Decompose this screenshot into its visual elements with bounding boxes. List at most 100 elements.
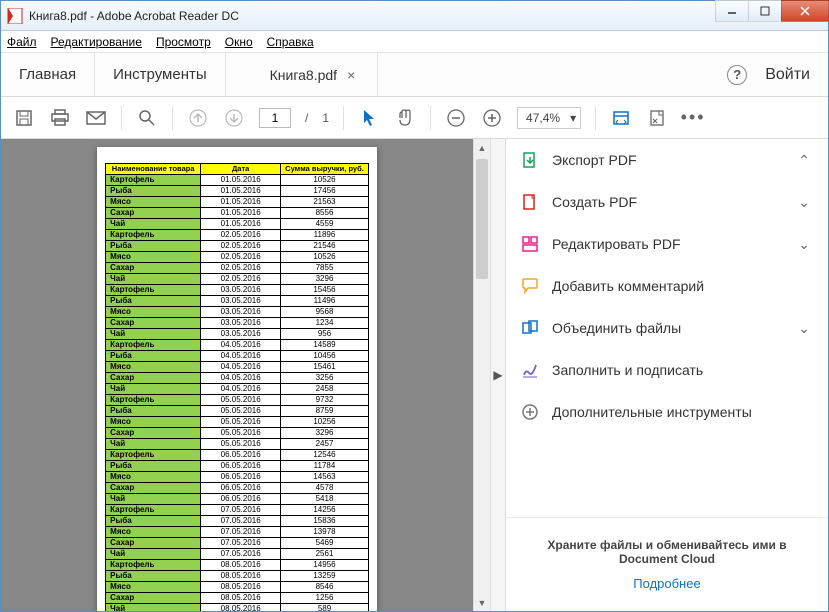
- prev-page-icon[interactable]: [187, 107, 209, 129]
- table-row: Картофель03.05.201615456: [106, 284, 369, 295]
- table-cell: 21546: [281, 240, 369, 251]
- table-cell: 8546: [281, 581, 369, 592]
- scroll-up-arrow[interactable]: ▲: [474, 139, 490, 156]
- print-icon[interactable]: [49, 107, 71, 129]
- table-cell: 21563: [281, 196, 369, 207]
- table-header: Дата: [201, 164, 281, 175]
- document-viewport[interactable]: Наименование товараДатаСумма выручки, ру…: [1, 139, 473, 611]
- table-cell: 05.05.2016: [201, 405, 281, 416]
- rpanel-export-pdf[interactable]: Экспорт PDF ⌃: [506, 139, 828, 181]
- next-page-icon[interactable]: [223, 107, 245, 129]
- table-cell: 04.05.2016: [201, 372, 281, 383]
- select-tool-icon[interactable]: [358, 107, 380, 129]
- save-icon[interactable]: [13, 107, 35, 129]
- page-view-icon[interactable]: [646, 107, 668, 129]
- promo-box: Храните файлы и обменивайтесь ими в Docu…: [506, 517, 828, 611]
- email-icon[interactable]: [85, 107, 107, 129]
- table-cell: 02.05.2016: [201, 251, 281, 262]
- table-cell: 14956: [281, 559, 369, 570]
- plus-circle-icon: [520, 402, 540, 422]
- rpanel-fill-sign[interactable]: Заполнить и подписать: [506, 349, 828, 391]
- table-cell: 7855: [281, 262, 369, 273]
- table-cell: 2458: [281, 383, 369, 394]
- zoom-in-icon[interactable]: [481, 107, 503, 129]
- zoom-select[interactable]: 47,4%▾: [517, 107, 581, 129]
- tab-home[interactable]: Главная: [1, 53, 95, 96]
- table-cell: 01.05.2016: [201, 174, 281, 185]
- table-cell: 12546: [281, 449, 369, 460]
- table-row: Чай02.05.20163296: [106, 273, 369, 284]
- menu-view[interactable]: Просмотр: [156, 35, 211, 49]
- rpanel-create-pdf[interactable]: Создать PDF ⌄: [506, 181, 828, 223]
- table-cell: 02.05.2016: [201, 262, 281, 273]
- table-row: Чай04.05.20162458: [106, 383, 369, 394]
- comment-icon: [520, 276, 540, 296]
- data-table: Наименование товараДатаСумма выручки, ру…: [105, 163, 369, 611]
- table-row: Сахар02.05.20167855: [106, 262, 369, 273]
- export-pdf-icon: [520, 150, 540, 170]
- table-cell: 06.05.2016: [201, 460, 281, 471]
- tab-close-icon[interactable]: ×: [347, 67, 355, 83]
- search-icon[interactable]: [136, 107, 158, 129]
- close-button[interactable]: [781, 0, 829, 22]
- table-cell: 07.05.2016: [201, 537, 281, 548]
- scroll-down-arrow[interactable]: ▼: [474, 594, 490, 611]
- table-cell: Чай: [106, 383, 201, 394]
- rpanel-combine-label: Объединить файлы: [552, 320, 681, 336]
- minimize-button[interactable]: [715, 0, 749, 22]
- signin-button[interactable]: Войти: [765, 66, 810, 84]
- help-button[interactable]: ?: [727, 65, 747, 85]
- menu-help[interactable]: Справка: [267, 35, 314, 49]
- tab-tools[interactable]: Инструменты: [95, 53, 226, 96]
- table-cell: 3296: [281, 273, 369, 284]
- zoom-value: 47,4%: [526, 111, 560, 125]
- hand-tool-icon[interactable]: [394, 107, 416, 129]
- table-row: Сахар08.05.20161256: [106, 592, 369, 603]
- rpanel-more-tools[interactable]: Дополнительные инструменты: [506, 391, 828, 433]
- rpanel-create-pdf-label: Создать PDF: [552, 194, 637, 210]
- scroll-thumb[interactable]: [476, 159, 488, 279]
- page-input[interactable]: [259, 108, 291, 128]
- table-cell: Сахар: [106, 317, 201, 328]
- table-cell: 15461: [281, 361, 369, 372]
- table-cell: 5418: [281, 493, 369, 504]
- table-cell: Чай: [106, 218, 201, 229]
- fit-width-icon[interactable]: [610, 107, 632, 129]
- table-cell: 2457: [281, 438, 369, 449]
- table-row: Рыба03.05.201611496: [106, 295, 369, 306]
- rpanel-combine[interactable]: Объединить файлы ⌄: [506, 307, 828, 349]
- promo-link[interactable]: Подробнее: [530, 576, 804, 591]
- tab-document[interactable]: Книга8.pdf ×: [256, 53, 379, 96]
- table-cell: 8556: [281, 207, 369, 218]
- table-header: Сумма выручки, руб.: [281, 164, 369, 175]
- more-tools-icon[interactable]: •••: [682, 107, 704, 129]
- rpanel-comment[interactable]: Добавить комментарий: [506, 265, 828, 307]
- edit-pdf-icon: [520, 234, 540, 254]
- table-cell: 5469: [281, 537, 369, 548]
- table-cell: 07.05.2016: [201, 526, 281, 537]
- menu-window[interactable]: Окно: [225, 35, 253, 49]
- table-cell: 14256: [281, 504, 369, 515]
- table-cell: Сахар: [106, 207, 201, 218]
- table-cell: Рыба: [106, 295, 201, 306]
- table-cell: Сахар: [106, 482, 201, 493]
- rpanel-edit-pdf[interactable]: Редактировать PDF ⌄: [506, 223, 828, 265]
- chevron-down-icon: ⌄: [798, 320, 810, 337]
- menu-file[interactable]: Файл: [7, 35, 37, 49]
- panel-collapse-button[interactable]: ▶: [490, 139, 506, 611]
- table-cell: 8759: [281, 405, 369, 416]
- menu-edit[interactable]: Редактирование: [51, 35, 142, 49]
- table-cell: 06.05.2016: [201, 471, 281, 482]
- promo-line2: Document Cloud: [619, 552, 715, 566]
- table-cell: 02.05.2016: [201, 229, 281, 240]
- table-cell: 02.05.2016: [201, 240, 281, 251]
- vertical-scrollbar[interactable]: ▲ ▼: [473, 139, 490, 611]
- zoom-out-icon[interactable]: [445, 107, 467, 129]
- table-cell: 04.05.2016: [201, 350, 281, 361]
- maximize-button[interactable]: [748, 0, 782, 22]
- table-cell: Мясо: [106, 581, 201, 592]
- table-cell: 08.05.2016: [201, 592, 281, 603]
- table-cell: Картофель: [106, 504, 201, 515]
- table-cell: 15836: [281, 515, 369, 526]
- rpanel-export-pdf-label: Экспорт PDF: [552, 152, 637, 168]
